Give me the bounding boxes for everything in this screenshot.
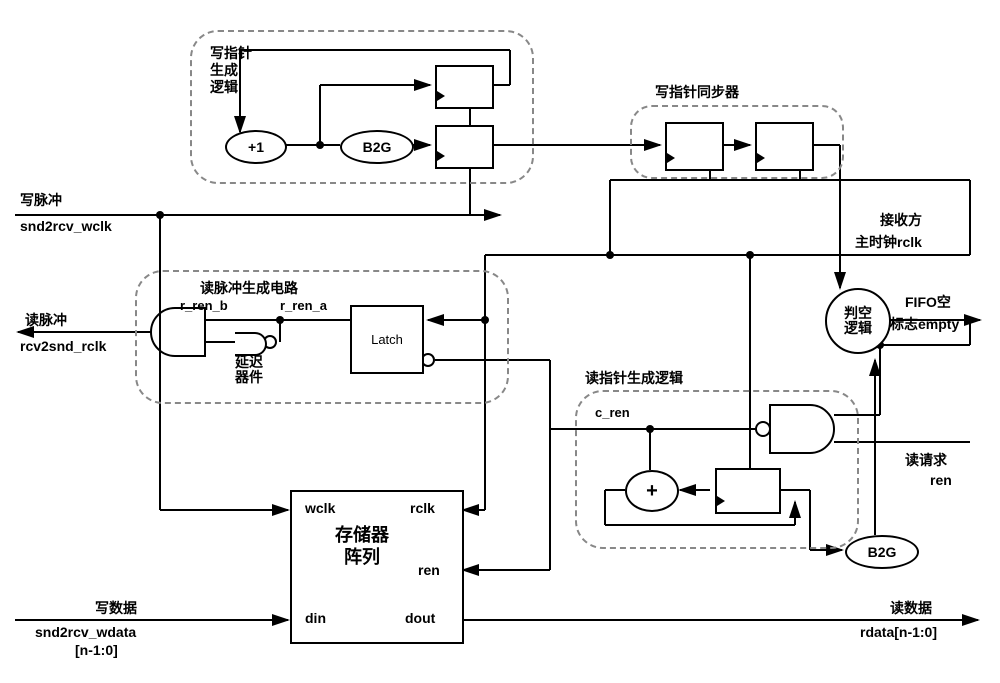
read-pulse-gen-label: 读脉冲生成电路 bbox=[200, 278, 298, 298]
latch-block: Latch bbox=[350, 305, 424, 374]
write-pulse-en: snd2rcv_wclk bbox=[20, 218, 112, 234]
fifo-empty-cn: FIFO空 bbox=[905, 292, 951, 312]
fifo-empty-en: 标志empty bbox=[890, 314, 959, 334]
read-reg bbox=[715, 468, 781, 514]
write-pulse-cn: 写脉冲 bbox=[20, 190, 62, 210]
write-reg-1 bbox=[435, 65, 494, 109]
rcv-clk-cn: 接收方 bbox=[880, 210, 922, 230]
sync-reg-1 bbox=[665, 122, 724, 171]
mem-wclk-label: wclk bbox=[305, 500, 335, 516]
empty-logic-block: 判空 逻辑 bbox=[825, 288, 891, 354]
rcv-clk-en: 主时钟rclk bbox=[855, 232, 922, 252]
mem-dout-label: dout bbox=[405, 610, 435, 626]
r-ren-b-label: r_ren_b bbox=[180, 298, 228, 313]
mem-ren-label: ren bbox=[418, 562, 440, 578]
read-data-cn: 读数据 bbox=[890, 598, 932, 618]
c-ren-label: c_ren bbox=[595, 405, 630, 420]
read-req-cn: 读请求 bbox=[905, 450, 947, 470]
mem-title-label: 存储器 阵列 bbox=[335, 525, 389, 568]
r-ren-a-label: r_ren_a bbox=[280, 298, 327, 313]
mem-din-label: din bbox=[305, 610, 326, 626]
read-req-en: ren bbox=[930, 472, 952, 488]
read-pulse-gen-block bbox=[135, 270, 509, 404]
read-data-en: rdata[n-1:0] bbox=[860, 624, 937, 640]
write-ptr-gen-label: 写指针 生成 逻辑 bbox=[210, 45, 252, 95]
plus1-block: +1 bbox=[225, 130, 287, 164]
write-data-en1: snd2rcv_wdata bbox=[35, 624, 136, 640]
fifo-diagram: 写指针 生成 逻辑 +1 B2G 写指针同步器 读脉冲生成电路 r_ren_b … bbox=[10, 10, 990, 673]
write-ptr-sync-label: 写指针同步器 bbox=[655, 82, 739, 102]
mem-rclk-label: rclk bbox=[410, 500, 435, 516]
write-data-cn: 写数据 bbox=[95, 598, 137, 618]
delay-element bbox=[235, 332, 267, 356]
read-pulse-cn: 读脉冲 bbox=[25, 310, 67, 330]
write-reg-2 bbox=[435, 125, 494, 169]
b2g-block-2: B2G bbox=[845, 535, 919, 569]
delay-label: 延迟 器件 bbox=[235, 355, 263, 386]
write-data-en2: [n-1:0] bbox=[75, 642, 118, 658]
plus-block: + bbox=[625, 470, 679, 512]
b2g-block-1: B2G bbox=[340, 130, 414, 164]
read-ptr-gen-label: 读指针生成逻辑 bbox=[585, 368, 683, 388]
sync-reg-2 bbox=[755, 122, 814, 171]
read-pulse-en: rcv2snd_rclk bbox=[20, 338, 106, 354]
